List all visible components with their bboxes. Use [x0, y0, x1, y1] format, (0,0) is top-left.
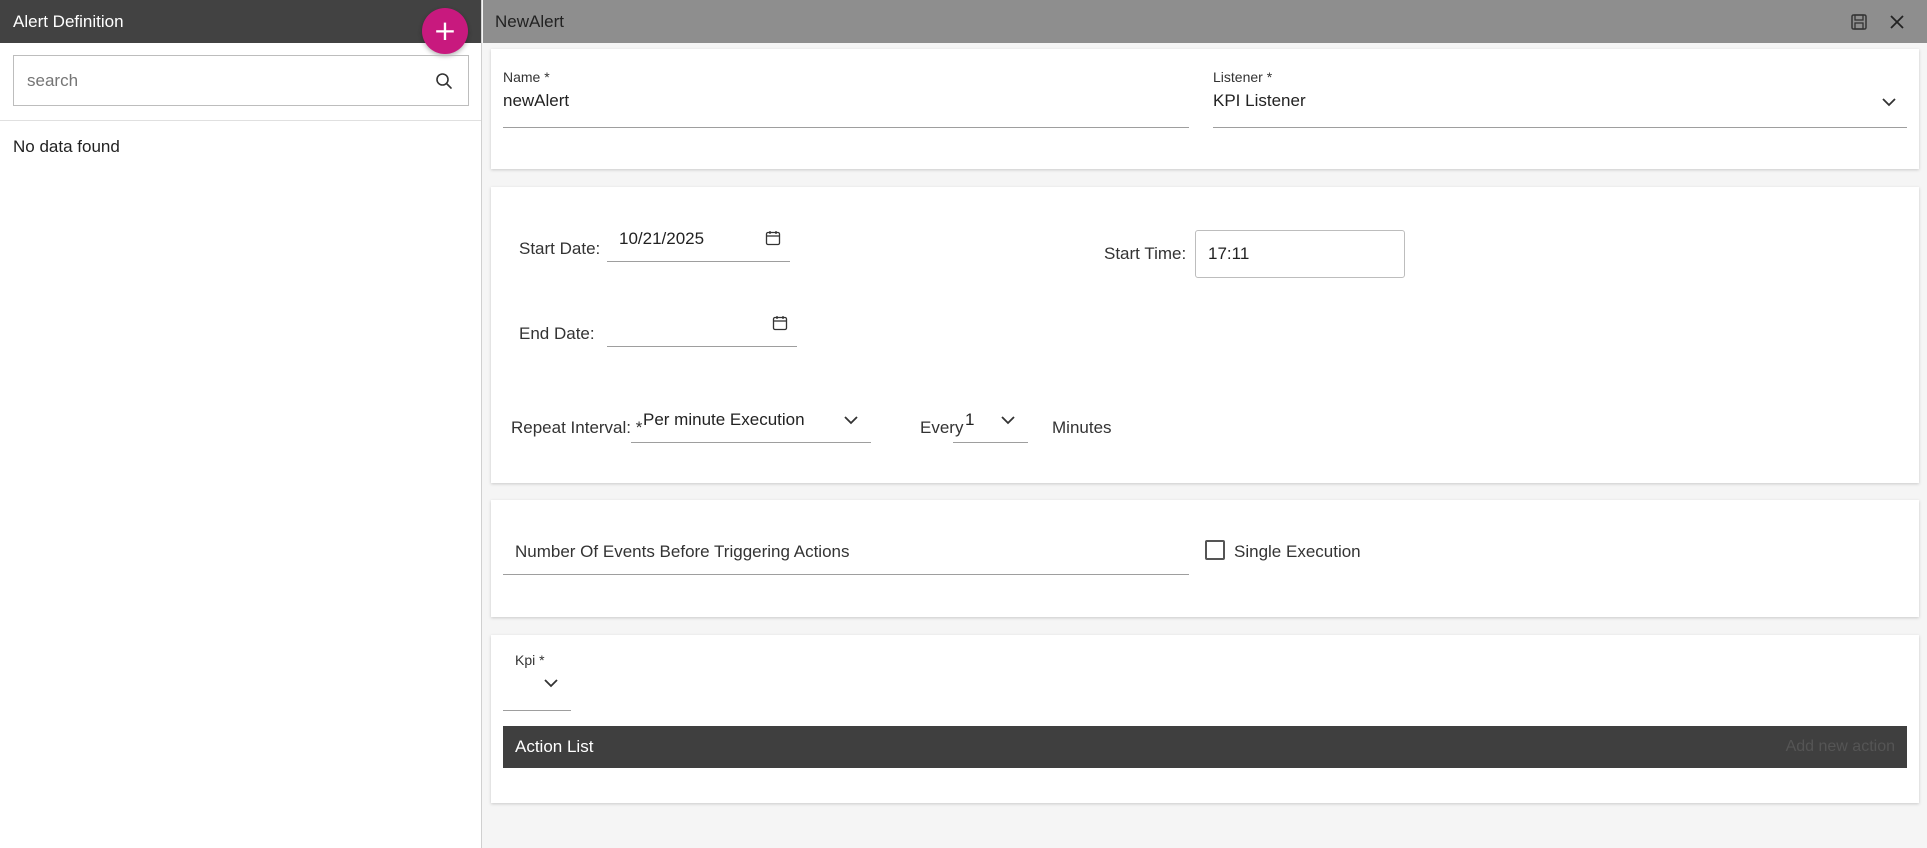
start-time-label: Start Time: — [1104, 244, 1187, 263]
action-list-bar: Action List Add new action — [503, 726, 1907, 768]
name-value[interactable]: newAlert — [503, 91, 1197, 111]
every-chevron-down-icon[interactable] — [998, 410, 1018, 430]
listener-label: Listener * — [1213, 69, 1273, 85]
listener-field[interactable]: Listener * KPI Listener — [1213, 69, 1907, 111]
name-underline — [503, 127, 1189, 128]
start-date-field[interactable]: 10/21/2025 — [607, 216, 790, 262]
name-field[interactable]: Name * newAlert — [503, 69, 1197, 111]
search-icon[interactable] — [433, 70, 455, 92]
save-icon[interactable] — [1848, 11, 1870, 33]
alert-editor: NewAlert Name * newAlert Listener * KPI … — [483, 0, 1927, 848]
every-value: 1 — [965, 409, 975, 429]
search-box — [13, 55, 469, 106]
empty-state-text: No data found — [13, 137, 120, 156]
single-execution-checkbox[interactable] — [1205, 540, 1225, 560]
sidebar-header: Alert Definition — [0, 0, 481, 43]
listener-chevron-down-icon[interactable] — [1879, 92, 1899, 112]
repeat-interval-chevron-down-icon[interactable] — [841, 410, 861, 430]
kpi-card: Kpi * Action List Add new action — [491, 635, 1919, 803]
start-date-value: 10/21/2025 — [619, 228, 705, 248]
start-date-label: Start Date: — [519, 239, 601, 258]
listener-underline — [1213, 127, 1907, 128]
repeat-interval-label: Repeat Interval: * — [511, 418, 643, 437]
editor-header: NewAlert — [483, 0, 1927, 43]
alert-definition-sidebar: Alert Definition + No data found — [0, 0, 482, 848]
schedule-card: Start Date: 10/21/2025 Start Time: 17:11… — [491, 187, 1919, 483]
listener-value[interactable]: KPI Listener — [1213, 91, 1907, 111]
events-before-trigger-input[interactable]: Number Of Events Before Triggering Actio… — [515, 542, 850, 562]
start-time-value: 17:11 — [1208, 244, 1250, 263]
name-label: Name * — [503, 69, 550, 85]
close-icon[interactable] — [1886, 11, 1908, 33]
kpi-field[interactable]: Kpi * — [515, 652, 545, 668]
kpi-underline — [503, 710, 571, 711]
events-underline — [503, 574, 1189, 575]
sidebar-divider — [0, 120, 481, 121]
start-time-input[interactable]: 17:11 — [1195, 230, 1405, 278]
general-card: Name * newAlert Listener * KPI Listener — [491, 49, 1919, 169]
search-input[interactable] — [27, 70, 433, 91]
every-select[interactable]: 1 — [953, 397, 1028, 443]
end-date-field[interactable] — [607, 301, 797, 347]
add-alert-button[interactable]: + — [422, 8, 468, 54]
trigger-card: Number Of Events Before Triggering Actio… — [491, 500, 1919, 617]
repeat-interval-select[interactable]: Per minute Execution — [631, 397, 871, 443]
minutes-label: Minutes — [1052, 418, 1112, 437]
add-new-action-button[interactable]: Add new action — [1786, 738, 1895, 756]
kpi-chevron-down-icon[interactable] — [541, 673, 561, 693]
single-execution-label: Single Execution — [1234, 542, 1361, 561]
action-list-title: Action List — [515, 737, 594, 756]
repeat-interval-value: Per minute Execution — [643, 409, 805, 429]
end-date-calendar-icon[interactable] — [771, 314, 789, 332]
end-date-label: End Date: — [519, 324, 595, 343]
editor-title: NewAlert — [495, 11, 564, 31]
start-date-calendar-icon[interactable] — [764, 229, 782, 247]
kpi-label: Kpi * — [515, 652, 545, 668]
sidebar-title: Alert Definition — [13, 11, 124, 31]
